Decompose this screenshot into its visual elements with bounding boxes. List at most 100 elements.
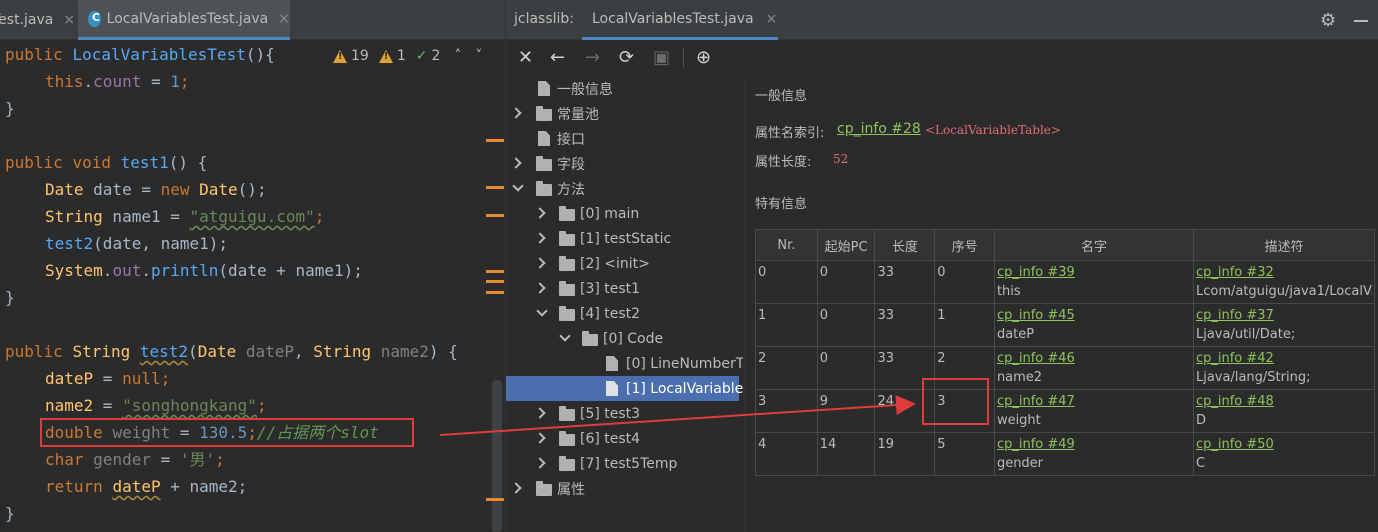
- tree-item-constant-pool[interactable]: 常量池: [506, 101, 743, 126]
- chevron-right-icon[interactable]: [534, 207, 546, 219]
- chevron-right-icon[interactable]: [534, 407, 546, 419]
- table-row[interactable]: 2 0 33 2 cp_info #46 name2 cp_info #42 Lja…: [755, 346, 1376, 390]
- tab-local-variables-test[interactable]: LocalVariablesTest.java ×: [78, 0, 290, 40]
- tree-item-method-main[interactable]: [0] main: [506, 201, 743, 226]
- chevron-down-icon[interactable]: [559, 330, 571, 342]
- save-icon[interactable]: ▣: [653, 48, 670, 68]
- code-line: this.count = 1;: [45, 72, 190, 91]
- table-row[interactable]: 3 9 24 3 cp_info #47 weight cp_info #48 D: [755, 389, 1376, 433]
- chevron-right-icon[interactable]: [510, 107, 522, 119]
- column-header[interactable]: 描述符: [1192, 229, 1376, 261]
- error-stripe-mark[interactable]: [486, 139, 504, 142]
- tree-item-method-teststatic[interactable]: [1] testStatic: [506, 226, 743, 251]
- tree-item-method-test1[interactable]: [3] test1: [506, 276, 743, 301]
- code-editor[interactable]: Test.java × LocalVariablesTest.java × pu…: [0, 0, 505, 532]
- tree-item-method-test4[interactable]: [6] test4: [506, 426, 743, 451]
- weak-warning-icon: [378, 49, 393, 63]
- previous-highlight-button[interactable]: ˄: [454, 48, 461, 64]
- chevron-right-icon[interactable]: [534, 282, 546, 294]
- chevron-down-icon[interactable]: [536, 305, 548, 317]
- minimize-icon[interactable]: [1354, 20, 1368, 22]
- name-link[interactable]: cp_info #39: [997, 263, 1191, 282]
- java-class-icon: [88, 10, 101, 27]
- inspection-widget[interactable]: 19 1 ✓ 2 ˄ ˅: [333, 46, 482, 66]
- column-header[interactable]: 长度: [874, 229, 936, 261]
- close-icon[interactable]: ×: [766, 11, 778, 27]
- folder-icon: [536, 156, 552, 171]
- name-index-link[interactable]: cp_info #28: [837, 121, 921, 137]
- error-stripe-mark[interactable]: [486, 214, 504, 217]
- chevron-right-icon[interactable]: [534, 457, 546, 469]
- column-header[interactable]: 名字: [993, 229, 1194, 261]
- cell-start-pc: 14: [816, 432, 876, 476]
- close-icon[interactable]: ✕: [518, 48, 533, 68]
- error-stripe-mark[interactable]: [486, 270, 504, 273]
- folder-icon: [559, 456, 575, 471]
- close-icon[interactable]: ×: [63, 12, 75, 28]
- descriptor-link[interactable]: cp_info #32: [1196, 263, 1372, 282]
- descriptor-link[interactable]: cp_info #50: [1196, 435, 1372, 454]
- folder-icon: [559, 306, 575, 321]
- column-header[interactable]: Nr.: [755, 229, 818, 261]
- name-link[interactable]: cp_info #46: [997, 349, 1191, 368]
- descriptor-link[interactable]: cp_info #37: [1196, 306, 1372, 325]
- descriptor-link[interactable]: cp_info #42: [1196, 349, 1372, 368]
- error-stripe-mark[interactable]: [486, 186, 504, 189]
- table-row[interactable]: 1 0 33 1 cp_info #45 dateP cp_info #37 Lja…: [755, 303, 1376, 347]
- tool-window-title: jclasslib:: [514, 11, 575, 27]
- tree-item-general[interactable]: 一般信息: [506, 76, 743, 101]
- toolbar-divider: [683, 48, 684, 68]
- chevron-right-icon[interactable]: [510, 157, 522, 169]
- close-icon[interactable]: ×: [278, 11, 290, 27]
- error-stripe-mark[interactable]: [486, 498, 504, 501]
- tree-item-interfaces[interactable]: 接口: [506, 126, 743, 151]
- chevron-right-icon[interactable]: [534, 232, 546, 244]
- check-icon: ✓: [415, 48, 428, 64]
- tree-item-line-number-table[interactable]: [0] LineNumberTable: [506, 351, 743, 376]
- tab-jclasslib-file[interactable]: LocalVariablesTest.java ×: [582, 0, 778, 40]
- class-structure-tree[interactable]: 一般信息 常量池 接口 字段 方法 [0] main [1] testStati…: [506, 76, 743, 532]
- column-header[interactable]: 序号: [934, 229, 995, 261]
- tree-item-attributes[interactable]: 属性: [506, 476, 743, 501]
- tree-item-method-test3[interactable]: [5] test3: [506, 401, 743, 426]
- tree-item-method-test2[interactable]: [4] test2: [506, 301, 743, 326]
- tree-item-method-init[interactable]: [2] <init>: [506, 251, 743, 276]
- folder-icon: [536, 181, 552, 196]
- cell-start-pc: 0: [816, 303, 876, 347]
- tree-item-local-variable-table[interactable]: [1] LocalVariableTable: [506, 376, 743, 401]
- table-row[interactable]: 0 0 33 0 cp_info #39 this cp_info #32 Lcom…: [755, 260, 1376, 304]
- tree-item-code[interactable]: [0] Code: [506, 326, 743, 351]
- name-link[interactable]: cp_info #47: [997, 392, 1191, 411]
- chevron-down-icon[interactable]: [512, 180, 524, 192]
- globe-icon[interactable]: ⊕: [696, 48, 711, 68]
- jclasslib-panel: jclasslib: LocalVariablesTest.java × ⚙ ✕…: [505, 0, 1378, 532]
- code-line: return dateP + name2;: [45, 477, 248, 496]
- specific-info-heading: 特有信息: [755, 197, 808, 212]
- tree-item-fields[interactable]: 字段: [506, 151, 743, 176]
- column-header[interactable]: 起始PC: [816, 229, 876, 261]
- tree-item-methods[interactable]: 方法: [506, 176, 743, 201]
- editor-scrollbar-thumb[interactable]: [492, 380, 502, 532]
- next-highlight-button[interactable]: ˅: [475, 48, 482, 64]
- name-link[interactable]: cp_info #49: [997, 435, 1191, 454]
- refresh-icon[interactable]: ⟳: [619, 48, 634, 68]
- chevron-right-icon[interactable]: [534, 432, 546, 444]
- name-value: weight: [996, 413, 1041, 428]
- tab-test-java[interactable]: Test.java ×: [0, 0, 78, 40]
- chevron-right-icon[interactable]: [534, 257, 546, 269]
- chevron-right-icon[interactable]: [510, 482, 522, 494]
- code-area[interactable]: public LocalVariablesTest(){ this.count …: [0, 40, 490, 532]
- descriptor-value: D: [1195, 413, 1206, 428]
- error-stripe-mark[interactable]: [486, 280, 504, 283]
- forward-icon[interactable]: →: [585, 48, 600, 68]
- error-stripe-mark[interactable]: [486, 291, 504, 294]
- name-link[interactable]: cp_info #45: [997, 306, 1191, 325]
- table-row[interactable]: 4 14 19 5 cp_info #49 gender cp_info #50 C: [755, 432, 1376, 476]
- folder-icon: [559, 431, 575, 446]
- descriptor-link[interactable]: cp_info #48: [1196, 392, 1372, 411]
- back-icon[interactable]: ←: [550, 48, 565, 68]
- cell-length: 33: [874, 260, 936, 304]
- tree-item-method-test5temp[interactable]: [7] test5Temp: [506, 451, 743, 476]
- cell-name: cp_info #47 weight: [993, 389, 1194, 433]
- gear-icon[interactable]: ⚙: [1320, 10, 1336, 31]
